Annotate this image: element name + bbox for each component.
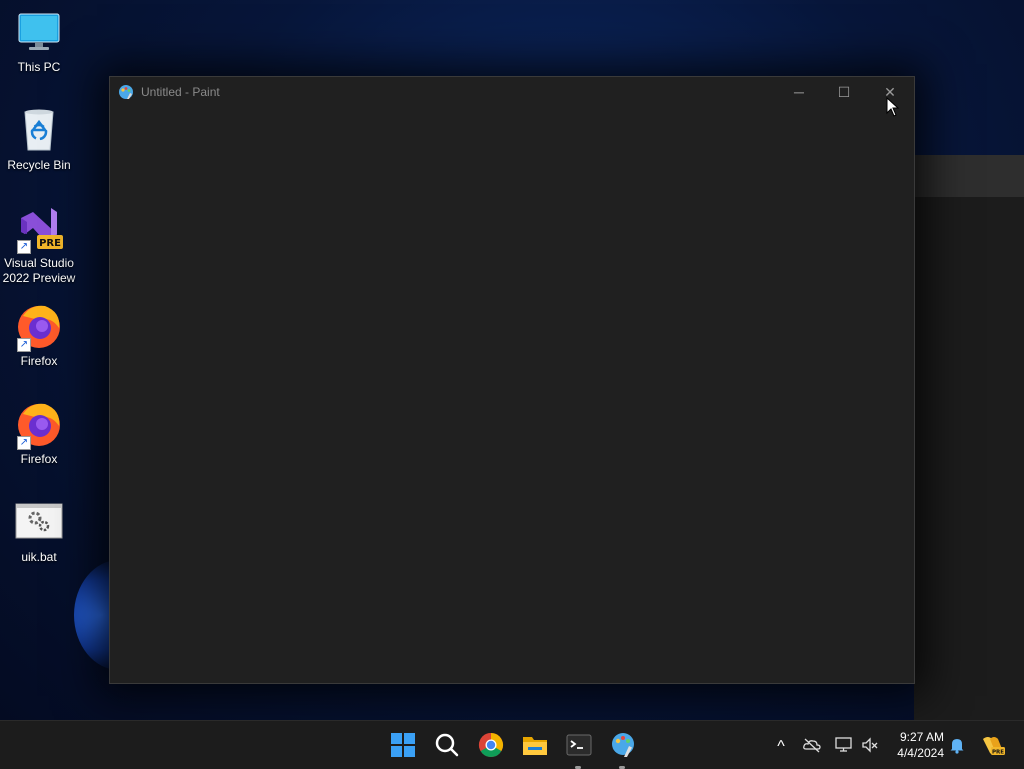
windows-logo-icon [391, 733, 415, 757]
recycle-bin-icon [15, 106, 63, 154]
shortcut-arrow-icon: ↗ [17, 338, 31, 352]
desktop-icon-label: Visual Studio 2022 Preview [0, 256, 78, 286]
label-line: 2022 Preview [2, 271, 76, 285]
desktop-icon-label: Firefox [20, 452, 58, 466]
notification-bell-icon[interactable] [947, 735, 967, 755]
terminal-icon [566, 734, 592, 756]
paint-taskbar-button[interactable] [607, 729, 639, 769]
mouse-cursor-icon [886, 96, 900, 122]
minimize-button[interactable]: ─ [777, 77, 821, 107]
volume-muted-icon[interactable] [860, 735, 880, 755]
pre-badge-text: PRE [992, 750, 1004, 756]
shortcut-arrow-icon: ↗ [17, 436, 31, 450]
desktop-icon-firefox[interactable]: ↗ Firefox [0, 302, 78, 369]
desktop-icon-firefox[interactable]: ↗ Firefox [0, 400, 78, 467]
shortcut-arrow-icon: ↗ [17, 240, 31, 254]
desktop-icon-this-pc[interactable]: This PC [0, 8, 78, 75]
chrome-icon [478, 733, 504, 758]
batch-file-icon [15, 498, 63, 546]
paint-icon [612, 733, 634, 757]
firefox-icon: ↗ [15, 400, 63, 450]
desktop: This PC Recycle Bin PRE ↗ Visual Studio … [0, 0, 1024, 720]
desktop-icon-label: Firefox [20, 354, 58, 368]
clock-date: 4/4/2024 [897, 746, 944, 760]
desktop-icon-visual-studio[interactable]: PRE ↗ Visual Studio 2022 Preview [0, 204, 78, 286]
window-title: Untitled - Paint [141, 85, 220, 99]
desktop-icon-uik-bat[interactable]: uik.bat [0, 498, 78, 565]
system-clock[interactable]: 9:27 AM 4/4/2024 [888, 729, 944, 761]
folder-icon [523, 737, 547, 755]
monitor-icon [15, 8, 63, 56]
clock-time: 9:27 AM [899, 730, 944, 744]
desktop-icon-recycle-bin[interactable]: Recycle Bin [0, 106, 78, 173]
onedrive-offline-icon[interactable] [802, 735, 822, 755]
taskbar: ^ 9:27 AM 4/4/2024 PRE [0, 720, 1024, 769]
chrome-button[interactable] [475, 729, 507, 761]
file-explorer-button[interactable] [519, 729, 551, 761]
tray-overflow-chevron-icon[interactable]: ^ [771, 735, 791, 755]
search-icon [435, 733, 459, 757]
window-titlebar[interactable]: Untitled - Paint ─ ☐ ✕ [110, 77, 914, 107]
desktop-icon-label: uik.bat [21, 550, 57, 564]
pre-badge-text: PRE [39, 238, 61, 249]
copilot-preview-icon[interactable]: PRE [980, 735, 1006, 756]
paint-app-icon [118, 84, 134, 100]
visual-studio-icon: PRE ↗ [15, 204, 63, 254]
network-icon[interactable] [834, 735, 854, 755]
firefox-icon: ↗ [15, 302, 63, 352]
paint-window[interactable]: Untitled - Paint ─ ☐ ✕ [109, 76, 915, 684]
search-button[interactable] [431, 729, 463, 761]
terminal-button[interactable] [563, 729, 595, 769]
maximize-button[interactable]: ☐ [822, 77, 866, 107]
start-button[interactable] [387, 729, 419, 761]
background-window-titlebar[interactable] [914, 155, 1024, 197]
background-window[interactable] [914, 155, 1024, 720]
desktop-icon-label: Recycle Bin [7, 158, 71, 172]
label-line: Visual Studio [4, 256, 74, 270]
desktop-icon-label: This PC [17, 60, 61, 74]
